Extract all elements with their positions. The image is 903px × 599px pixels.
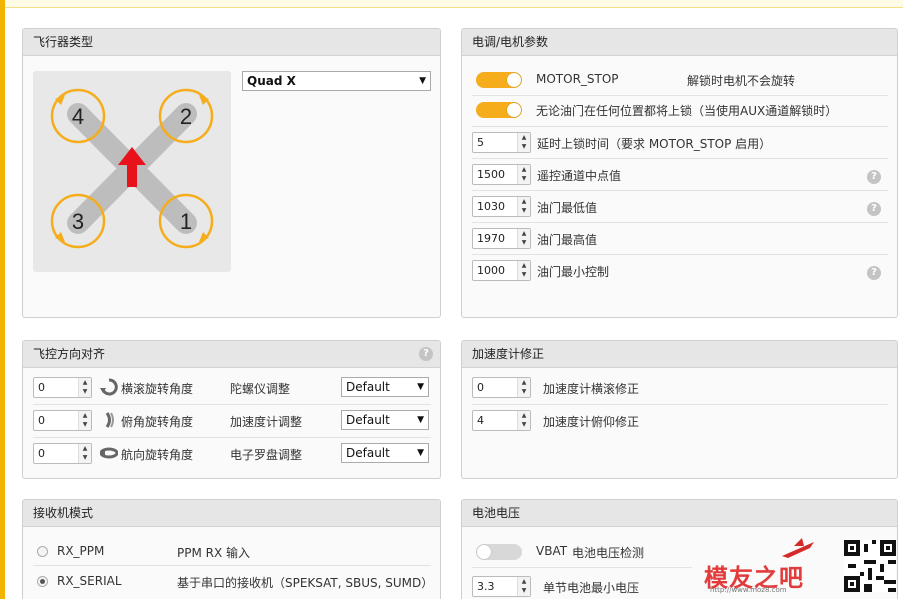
stepper-arrows[interactable]: ▲ ▼ [78,444,91,463]
disarm-delay-input[interactable]: 5 ▲ ▼ [472,132,531,153]
panel-title: 飞行器类型 [23,29,440,56]
stepper-arrows[interactable]: ▲ ▼ [78,411,91,430]
qr-code-icon [844,540,896,592]
chevron-down-icon: ▼ [417,382,424,392]
max-throttle-label: 油门最高值 [537,233,598,247]
max-throttle-input[interactable]: 1970 ▲ ▼ [472,228,531,249]
roll-rotate-icon [100,378,118,396]
min-command-input[interactable]: 1000 ▲ ▼ [472,260,531,281]
mag-align-select[interactable]: Default ▼ [341,443,429,463]
vbat-desc: 电池电压检测 [572,546,645,560]
help-icon[interactable]: ? [419,347,433,361]
motor-label: 4 [72,104,84,129]
panel-title: 飞控方向对齐 ? [23,341,440,368]
rc-midpoint-label: 遥控通道中点值 [537,169,622,183]
receiver-mode-panel: 接收机模式 RX_PPM PPM RX 输入 RX_SERIAL 基于串口的接收… [22,499,441,599]
motor-label: 2 [180,104,192,129]
roll-angle-input[interactable]: 0 ▲ ▼ [33,377,92,398]
min-command-label: 油门最小控制 [537,265,610,279]
top-notice-bar [0,0,903,8]
min-cell-voltage-label: 单节电池最小电压 [543,581,640,595]
help-icon[interactable]: ? [867,266,881,280]
panel-title: 电调/电机参数 [462,29,897,56]
motor-stop-label: MOTOR_STOP [536,72,619,86]
min-throttle-label: 油门最低值 [537,201,598,215]
accel-align-label: 加速度计调整 [230,415,303,429]
stepper-arrows[interactable]: ▲ ▼ [517,577,530,596]
motor-stop-desc: 解锁时电机不会旋转 [687,74,796,88]
battery-voltage-panel: 电池电压 VBAT 电池电压检测 3.3 ▲ ▼ 单节电池最小电压 模友之吧 ht… [461,499,898,599]
frame-type-value: Quad X [247,74,296,88]
vbat-label: VBAT [536,544,568,558]
watermark-url: http://www.moz8.com [710,586,787,594]
roll-angle-label: 横滚旋转角度 [121,382,194,396]
accel-align-select[interactable]: Default ▼ [341,410,429,430]
rx-serial-desc: 基于串口的接收机（SPEKSAT, SBUS, SUMD） [177,576,434,590]
accel-trim-panel: 加速度计修正 0 ▲ ▼ 加速度计横滚修正 4 ▲ ▼ 加速度计俯仰修正 [461,340,898,479]
gyro-align-select[interactable]: Default ▼ [341,377,429,397]
rx-serial-label: RX_SERIAL [57,574,122,588]
accel-pitch-trim-input[interactable]: 4 ▲ ▼ [472,410,531,431]
accel-roll-trim-input[interactable]: 0 ▲ ▼ [472,377,531,398]
yaw-angle-input[interactable]: 0 ▲ ▼ [33,443,92,464]
stepper-arrows[interactable]: ▲ ▼ [517,411,530,430]
stepper-arrows[interactable]: ▲ ▼ [517,261,530,280]
chevron-down-icon: ▼ [417,415,424,425]
chevron-down-icon: ▼ [419,76,426,86]
frame-type-select[interactable]: Quad X ▼ [242,71,431,91]
quad-diagram: 4 2 3 1 [33,71,231,272]
motor-label: 3 [72,209,84,234]
esc-motor-panel: 电调/电机参数 MOTOR_STOP 解锁时电机不会旋转 无论油门在任何位置都将… [461,28,898,318]
accel-roll-trim-label: 加速度计横滚修正 [543,382,640,396]
rx-ppm-label: RX_PPM [57,544,105,558]
rx-ppm-radio[interactable] [37,546,48,557]
chevron-down-icon: ▼ [417,448,424,458]
arm-any-throttle-label: 无论油门在任何位置都将上锁（当使用AUX通道解锁时） [536,104,838,118]
gyro-align-label: 陀螺仪调整 [230,382,291,396]
stepper-arrows[interactable]: ▲ ▼ [517,165,530,184]
board-alignment-panel: 飞控方向对齐 ? 0 ▲ ▼ 横滚旋转角度 陀螺仪调整 Default ▼ 0 ▲… [22,340,441,479]
motor-label: 1 [180,209,192,234]
min-cell-voltage-input[interactable]: 3.3 ▲ ▼ [472,576,531,597]
rx-serial-radio[interactable] [37,576,48,587]
motor-stop-toggle[interactable] [476,72,522,88]
left-accent-rail [0,0,5,599]
panel-title: 接收机模式 [23,500,440,527]
stepper-arrows[interactable]: ▲ ▼ [78,378,91,397]
accel-pitch-trim-label: 加速度计俯仰修正 [543,415,640,429]
watermark-logo: 模友之吧 http://www.moz8.com [702,536,822,598]
vbat-toggle[interactable] [476,544,522,560]
frame-type-panel: 飞行器类型 4 2 3 1 Quad X ▼ [22,28,441,318]
rc-midpoint-input[interactable]: 1500 ▲ ▼ [472,164,531,185]
pitch-rotate-icon [105,412,114,428]
quad-x-diagram: 4 2 3 1 [50,88,214,249]
stepper-arrows[interactable]: ▲ ▼ [517,197,530,216]
yaw-angle-label: 航向旋转角度 [121,448,194,462]
help-icon[interactable]: ? [867,170,881,184]
help-icon[interactable]: ? [867,202,881,216]
min-throttle-input[interactable]: 1030 ▲ ▼ [472,196,531,217]
panel-title: 加速度计修正 [462,341,897,368]
arm-any-throttle-toggle[interactable] [476,102,522,118]
yaw-rotate-icon [100,447,118,459]
panel-title: 电池电压 [462,500,897,527]
rx-ppm-desc: PPM RX 输入 [177,546,251,560]
disarm-delay-label: 延时上锁时间（要求 MOTOR_STOP 启用） [537,137,772,151]
panel-title-text: 飞控方向对齐 [33,347,106,361]
stepper-arrows[interactable]: ▲ ▼ [517,133,530,152]
mag-align-label: 电子罗盘调整 [230,448,303,462]
pitch-angle-label: 俯角旋转角度 [121,415,194,429]
stepper-arrows[interactable]: ▲ ▼ [517,229,530,248]
pitch-angle-input[interactable]: 0 ▲ ▼ [33,410,92,431]
stepper-arrows[interactable]: ▲ ▼ [517,378,530,397]
